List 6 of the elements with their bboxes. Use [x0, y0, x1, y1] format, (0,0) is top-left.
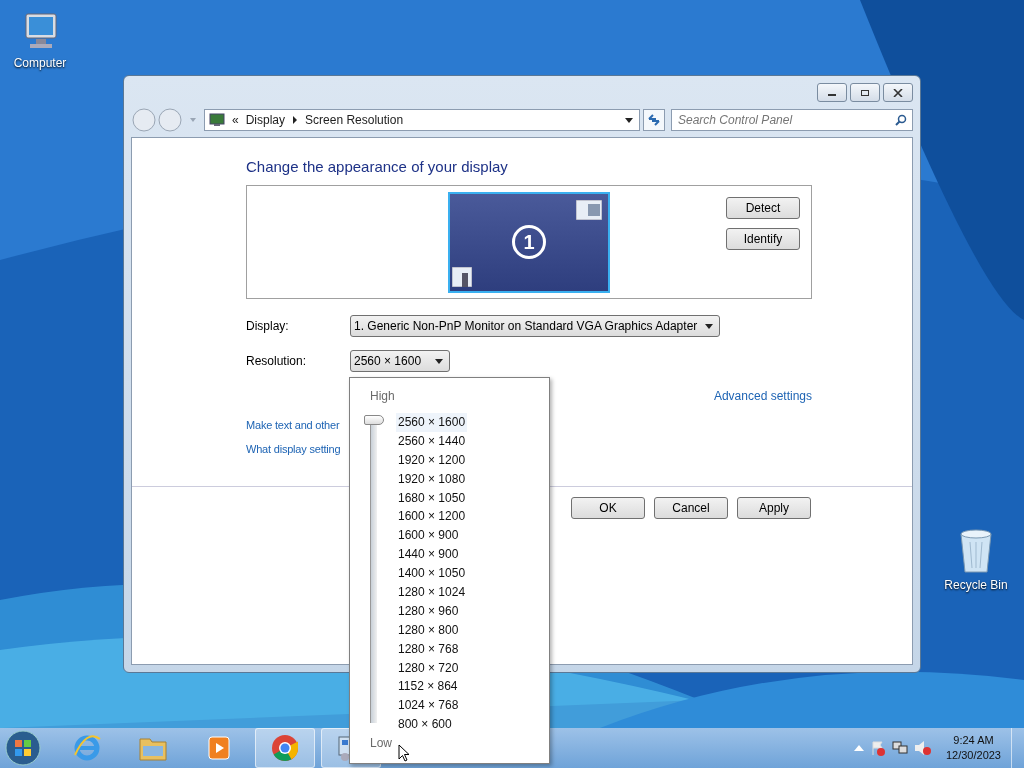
monitor-number: 1: [512, 225, 546, 259]
field-label: Display:: [246, 319, 290, 333]
field-label: Resolution:: [246, 354, 308, 368]
low-label: Low: [370, 736, 393, 751]
page-heading: Change the appearance of your display: [246, 158, 509, 175]
high-label: High: [370, 389, 395, 403]
